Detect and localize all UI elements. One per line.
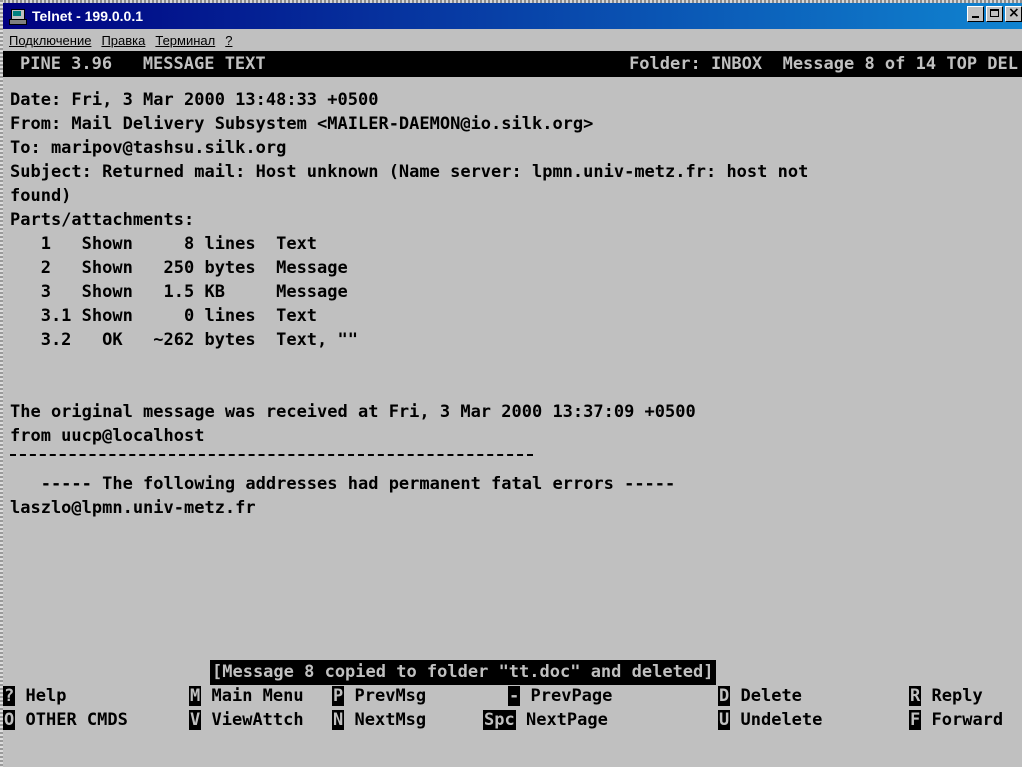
cmd-label: Main Menu [211,686,304,706]
cmd-view-attachment[interactable]: V ViewAttch [189,708,304,732]
attachment-row: 2 Shown 250 bytes Message [10,258,348,278]
cmd-key: D [718,686,731,706]
cmd-key: U [718,710,731,730]
menu-edit[interactable]: Правка [101,33,145,48]
command-row-1: ? Help M Main Menu P PrevMsg - PrevPage … [3,684,1022,708]
cmd-label: NextMsg [354,710,427,730]
attachment-row: 1 Shown 8 lines Text [10,234,318,254]
cmd-label: Help [25,686,67,706]
cmd-label: OTHER CMDS [25,710,128,730]
close-icon: × [1008,5,1020,21]
window-titlebar[interactable]: Telnet - 199.0.0.1 × [3,3,1022,29]
body-line: laszlo@lpmn.univ-metz.fr [10,498,256,518]
header-from: From: Mail Delivery Subsystem <MAILER-DA… [10,114,594,134]
command-row-2: O OTHER CMDS V ViewAttch N NextMsg Spc N… [3,708,1022,732]
cmd-key: N [332,710,345,730]
pine-header-title: PINE 3.96 MESSAGE TEXT [20,54,266,74]
cmd-key: V [189,710,202,730]
minimize-icon [972,16,979,18]
minimize-button[interactable] [967,6,984,22]
cmd-key: ? [3,686,16,706]
cmd-label: PrevMsg [354,686,427,706]
menu-connection[interactable]: Подключение [9,33,91,48]
pine-header-folder-info: Folder: INBOX Message 8 of 14 TOP DEL [629,54,1018,74]
body-line: The original message was received at Fri… [10,402,696,422]
body-line: from uucp@localhost [10,426,205,446]
body-line: ----- The following addresses had perman… [10,474,676,494]
cmd-prev-msg[interactable]: P PrevMsg [332,684,426,708]
close-button[interactable]: × [1005,5,1022,22]
status-message: [Message 8 copied to folder "tt.doc" and… [210,660,716,685]
header-to: To: maripov@tashsu.silk.org [10,138,287,158]
cmd-label: PrevPage [530,686,613,706]
attachment-row: 3 Shown 1.5 KB Message [10,282,348,302]
cmd-label: Reply [931,686,983,706]
maximize-button[interactable] [986,6,1003,22]
cmd-undelete[interactable]: U Undelete [718,708,822,732]
pine-header-bar: PINE 3.96 MESSAGE TEXT Folder: INBOX Mes… [3,51,1022,77]
window-title: Telnet - 199.0.0.1 [32,8,144,24]
menu-bar: Подключение Правка Терминал ? [3,29,1022,51]
cmd-reply[interactable]: R Reply [909,684,983,708]
attachment-row: 3.2 OK ~262 bytes Text, "" [10,330,358,350]
telnet-app-icon[interactable] [9,8,27,25]
cmd-delete[interactable]: D Delete [718,684,802,708]
attachment-row: 3.1 Shown 0 lines Text [10,306,318,326]
cmd-forward[interactable]: F Forward [909,708,1003,732]
header-subject-cont: found) [10,186,72,206]
menu-terminal[interactable]: Терминал [155,33,215,48]
maximize-icon [990,9,999,17]
attachments-heading: Parts/attachments: [10,210,195,230]
cmd-key: M [189,686,202,706]
menu-help[interactable]: ? [225,33,232,48]
header-subject: Subject: Returned mail: Host unknown (Na… [10,162,809,182]
cmd-other-cmds[interactable]: O OTHER CMDS [3,708,128,732]
terminal-screen[interactable]: PINE 3.96 MESSAGE TEXT Folder: INBOX Mes… [3,51,1022,767]
cmd-label: ViewAttch [211,710,304,730]
cmd-key: F [909,710,922,730]
header-date: Date: Fri, 3 Mar 2000 13:48:33 +0500 [10,90,379,110]
attachments-separator [10,454,533,456]
cmd-key: O [3,710,16,730]
cmd-key: R [909,686,922,706]
cmd-label: NextPage [525,710,608,730]
cmd-key: P [332,686,345,706]
cmd-next-msg[interactable]: N NextMsg [332,708,426,732]
cmd-main-menu[interactable]: M Main Menu [189,684,304,708]
cmd-key: Spc [483,710,516,730]
cmd-label: Undelete [740,710,823,730]
cmd-prev-page[interactable]: - PrevPage [508,684,612,708]
cmd-next-page[interactable]: Spc NextPage [483,708,608,732]
cmd-key: - [508,686,521,706]
cmd-label: Delete [740,686,802,706]
cmd-label: Forward [931,710,1004,730]
cmd-help[interactable]: ? Help [3,684,66,708]
